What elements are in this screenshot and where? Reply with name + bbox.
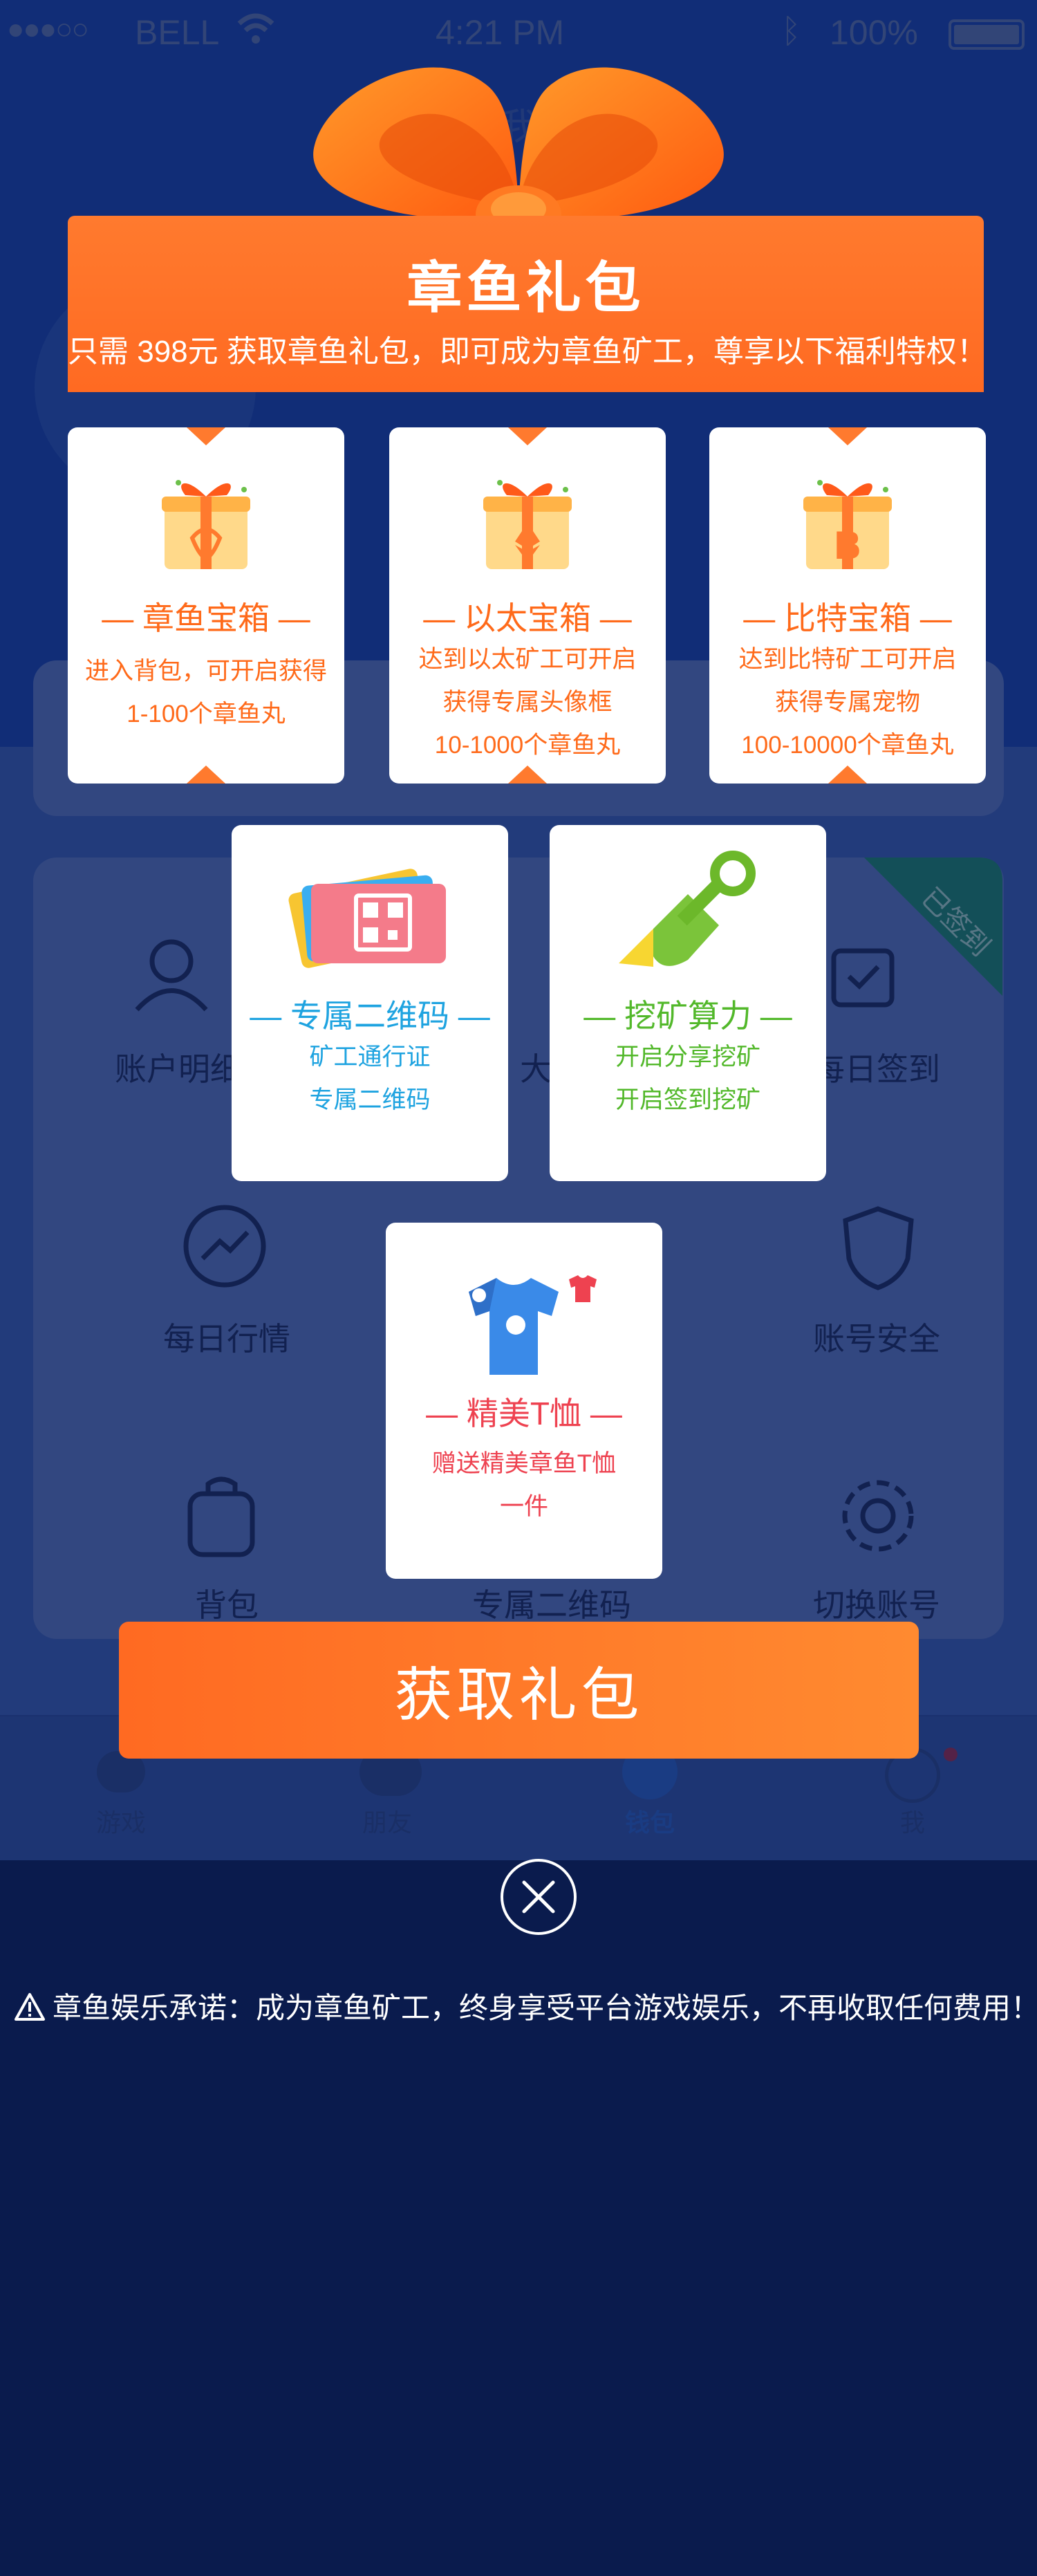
benefit-card-bitcoin-chest: B — 比特宝箱 — 达到比特矿工可开启 获得专属宠物 100-10000个章鱼… [709, 427, 986, 784]
qrcode-ticket-icon [280, 853, 460, 974]
card-desc-line-2: 开启签到挖矿 [615, 1086, 760, 1113]
benefit-card-tshirt: — 精美T恤 — 赠送精美章鱼T恤 一件 [386, 1223, 662, 1579]
card-title: — 挖矿算力 — [583, 998, 792, 1034]
benefit-card-ether-chest: — 以太宝箱 — 达到以太矿工可开启 获得专属头像框 10-1000个章鱼丸 [389, 427, 666, 784]
card-title: — 比特宝箱 — [743, 600, 952, 636]
card-notch [508, 766, 547, 784]
ether-chest-icon [458, 462, 597, 583]
gift-title-banner: 章鱼礼包 只需 398元 获取章鱼礼包，即可成为章鱼矿工，尊享以下福利特权！ [68, 216, 987, 392]
treasure-chest-icon [137, 462, 275, 583]
benefit-card-octopus-chest: — 章鱼宝箱 — 进入背包，可开启获得 1-100个章鱼丸 [68, 427, 344, 784]
benefit-card-qrcode: — 专属二维码 — 矿工通行证 专属二维码 [232, 825, 508, 1181]
gift-subtitle: 只需 398元 获取章鱼礼包，即可成为章鱼矿工，尊享以下福利特权！ [68, 335, 987, 369]
claim-gift-button[interactable]: 获取礼包 [119, 1622, 919, 1759]
card-desc-line-2: 获得专属宠物 [774, 689, 920, 716]
card-desc-line-2: 获得专属头像框 [442, 689, 613, 716]
close-icon [522, 1880, 555, 1914]
warning-icon [14, 1992, 46, 2029]
card-desc-line-2: 专属二维码 [309, 1086, 431, 1113]
card-desc-line-2: 一件 [499, 1493, 548, 1520]
card-title: — 以太宝箱 — [423, 600, 632, 636]
card-notch [828, 427, 867, 445]
card-notch [828, 766, 867, 784]
card-desc-line-3: 100-10000个章鱼丸 [741, 732, 954, 759]
close-button[interactable] [501, 1859, 577, 1935]
card-desc-line-1: 开启分享挖矿 [615, 1044, 760, 1071]
card-notch [187, 427, 225, 445]
card-desc-line-2: 1-100个章鱼丸 [127, 701, 286, 728]
svg-text:B: B [833, 524, 861, 568]
promise-text: 章鱼娱乐承诺：成为章鱼矿工，终身享受平台游戏娱乐，不再收取任何费用！ [53, 1992, 1037, 2024]
gift-title: 章鱼礼包 [407, 257, 645, 319]
card-desc-line-1: 赠送精美章鱼T恤 [431, 1450, 617, 1477]
card-title: — 章鱼宝箱 — [102, 600, 310, 636]
card-desc-line-1: 达到以太矿工可开启 [418, 646, 637, 673]
tshirt-icon [441, 1264, 621, 1382]
card-desc-line-1: 进入背包，可开启获得 [84, 658, 327, 685]
card-title: — 精美T恤 — [426, 1396, 622, 1431]
benefit-card-mining: — 挖矿算力 — 开启分享挖矿 开启签到挖矿 [550, 825, 826, 1181]
modal-backdrop-bottom [0, 1860, 1037, 2576]
card-desc-line-1: 矿工通行证 [309, 1044, 431, 1071]
bitcoin-chest-icon: B [778, 462, 917, 583]
card-desc-line-1: 达到比特矿工可开启 [738, 646, 957, 673]
promise-notice: 章鱼娱乐承诺：成为章鱼矿工，终身享受平台游戏娱乐，不再收取任何费用！ [14, 1985, 1037, 2029]
card-title: — 专属二维码 — [250, 998, 490, 1034]
shovel-icon [605, 846, 771, 977]
card-desc-line-3: 10-1000个章鱼丸 [434, 732, 621, 759]
card-notch [187, 766, 225, 784]
card-notch [508, 427, 547, 445]
